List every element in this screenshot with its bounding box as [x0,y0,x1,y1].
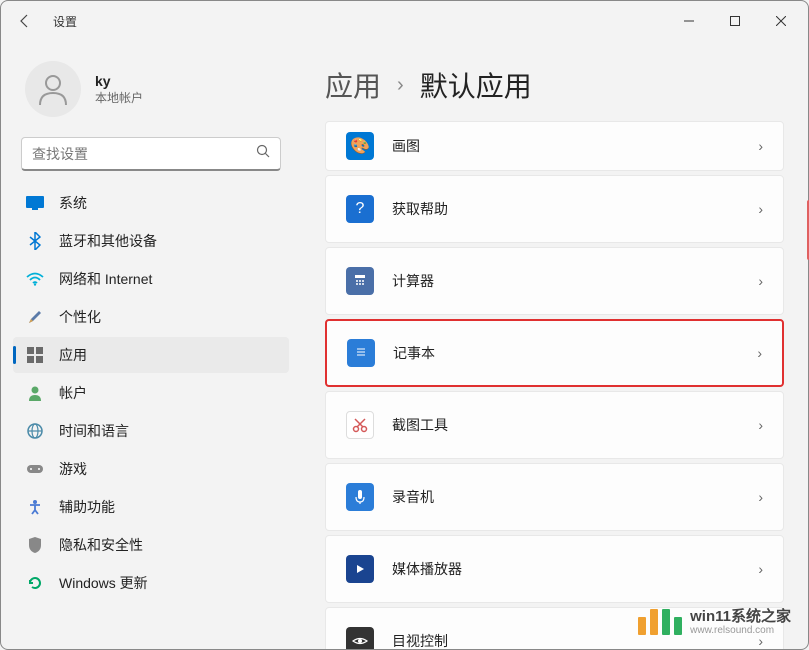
main-content: 应用 › 默认应用 🎨 画图 › ? 获取帮助 › 计算器 › [301,41,808,649]
app-item-recorder[interactable]: 录音机 › [325,463,784,531]
nav-label: 蓝牙和其他设备 [59,231,157,251]
close-button[interactable] [758,5,804,37]
avatar [25,61,81,117]
nav-label: 帐户 [59,383,87,403]
nav-label: 个性化 [59,307,101,327]
sidebar: ky 本地帐户 系统 蓝牙和其他设备 [1,41,301,649]
app-label: 记事本 [393,343,757,363]
titlebar: 设置 [1,1,808,41]
maximize-button[interactable] [712,5,758,37]
paint-icon: 🎨 [346,132,374,160]
sidebar-item-privacy[interactable]: 隐私和安全性 [13,527,289,563]
user-subtitle: 本地帐户 [95,89,143,106]
arrow-left-icon [17,13,33,29]
chevron-right-icon: › [757,345,762,361]
recorder-icon [346,483,374,511]
app-item-calculator[interactable]: 计算器 › [325,247,784,315]
nav-list: 系统 蓝牙和其他设备 网络和 Internet 个性化 应用 [9,185,293,601]
person-icon [35,71,71,107]
app-item-snipping[interactable]: 截图工具 › [325,391,784,459]
app-label: 媒体播放器 [392,559,758,579]
watermark-title: win11系统之家 [690,609,791,626]
update-icon [25,573,45,593]
wifi-icon [25,269,45,289]
minimize-icon [684,16,694,26]
nav-label: 网络和 Internet [59,269,152,289]
chevron-right-icon: › [758,417,763,433]
user-info: ky 本地帐户 [95,73,143,106]
accessibility-icon [25,497,45,517]
brush-icon [25,307,45,327]
search-box[interactable] [21,137,281,171]
nav-label: 应用 [59,345,87,365]
user-block[interactable]: ky 本地帐户 [9,49,293,133]
app-label: 截图工具 [392,415,758,435]
app-label: 获取帮助 [392,199,758,219]
breadcrumb-current: 默认应用 [420,65,532,105]
sidebar-item-bluetooth[interactable]: 蓝牙和其他设备 [13,223,289,259]
search-icon [256,144,270,163]
person-icon [25,383,45,403]
watermark-logo [638,609,682,635]
close-icon [776,16,786,26]
snipping-icon [346,411,374,439]
sidebar-item-accessibility[interactable]: 辅助功能 [13,489,289,525]
watermark: win11系统之家 www.relsound.com [638,609,791,637]
search-input[interactable] [32,146,256,162]
sidebar-item-time-language[interactable]: 时间和语言 [13,413,289,449]
breadcrumb: 应用 › 默认应用 [325,65,784,105]
bluetooth-icon [25,231,45,251]
notepad-icon [347,339,375,367]
app-label: 录音机 [392,487,758,507]
window-controls [666,5,804,37]
app-list: 🎨 画图 › ? 获取帮助 › 计算器 › 记事本 › [325,121,784,649]
user-name: ky [95,73,143,89]
globe-icon [25,421,45,441]
eye-icon [346,627,374,649]
app-label: 画图 [392,136,758,156]
nav-label: 隐私和安全性 [59,535,143,555]
app-item-paint[interactable]: 🎨 画图 › [325,121,784,171]
nav-label: 游戏 [59,459,87,479]
app-item-gethelp[interactable]: ? 获取帮助 › [325,175,784,243]
media-icon [346,555,374,583]
chevron-right-icon: › [758,201,763,217]
display-icon [25,193,45,213]
apps-icon [25,345,45,365]
nav-label: 辅助功能 [59,497,115,517]
app-item-notepad[interactable]: 记事本 › [325,319,784,387]
gamepad-icon [25,459,45,479]
breadcrumb-parent[interactable]: 应用 [325,65,381,105]
nav-label: Windows 更新 [59,573,148,593]
app-item-media[interactable]: 媒体播放器 › [325,535,784,603]
nav-label: 系统 [59,193,87,213]
chevron-right-icon: › [397,74,404,97]
watermark-url: www.relsound.com [690,625,791,636]
back-button[interactable] [5,1,45,41]
sidebar-item-gaming[interactable]: 游戏 [13,451,289,487]
minimize-button[interactable] [666,5,712,37]
nav-label: 时间和语言 [59,421,129,441]
calculator-icon [346,267,374,295]
chevron-right-icon: › [758,273,763,289]
chevron-right-icon: › [758,561,763,577]
chevron-right-icon: › [758,138,763,154]
sidebar-item-network[interactable]: 网络和 Internet [13,261,289,297]
window-title: 设置 [53,13,77,30]
sidebar-item-apps[interactable]: 应用 [13,337,289,373]
app-label: 计算器 [392,271,758,291]
sidebar-item-update[interactable]: Windows 更新 [13,565,289,601]
maximize-icon [730,16,740,26]
shield-icon [25,535,45,555]
help-icon: ? [346,195,374,223]
sidebar-item-accounts[interactable]: 帐户 [13,375,289,411]
sidebar-item-personalization[interactable]: 个性化 [13,299,289,335]
sidebar-item-system[interactable]: 系统 [13,185,289,221]
chevron-right-icon: › [758,489,763,505]
